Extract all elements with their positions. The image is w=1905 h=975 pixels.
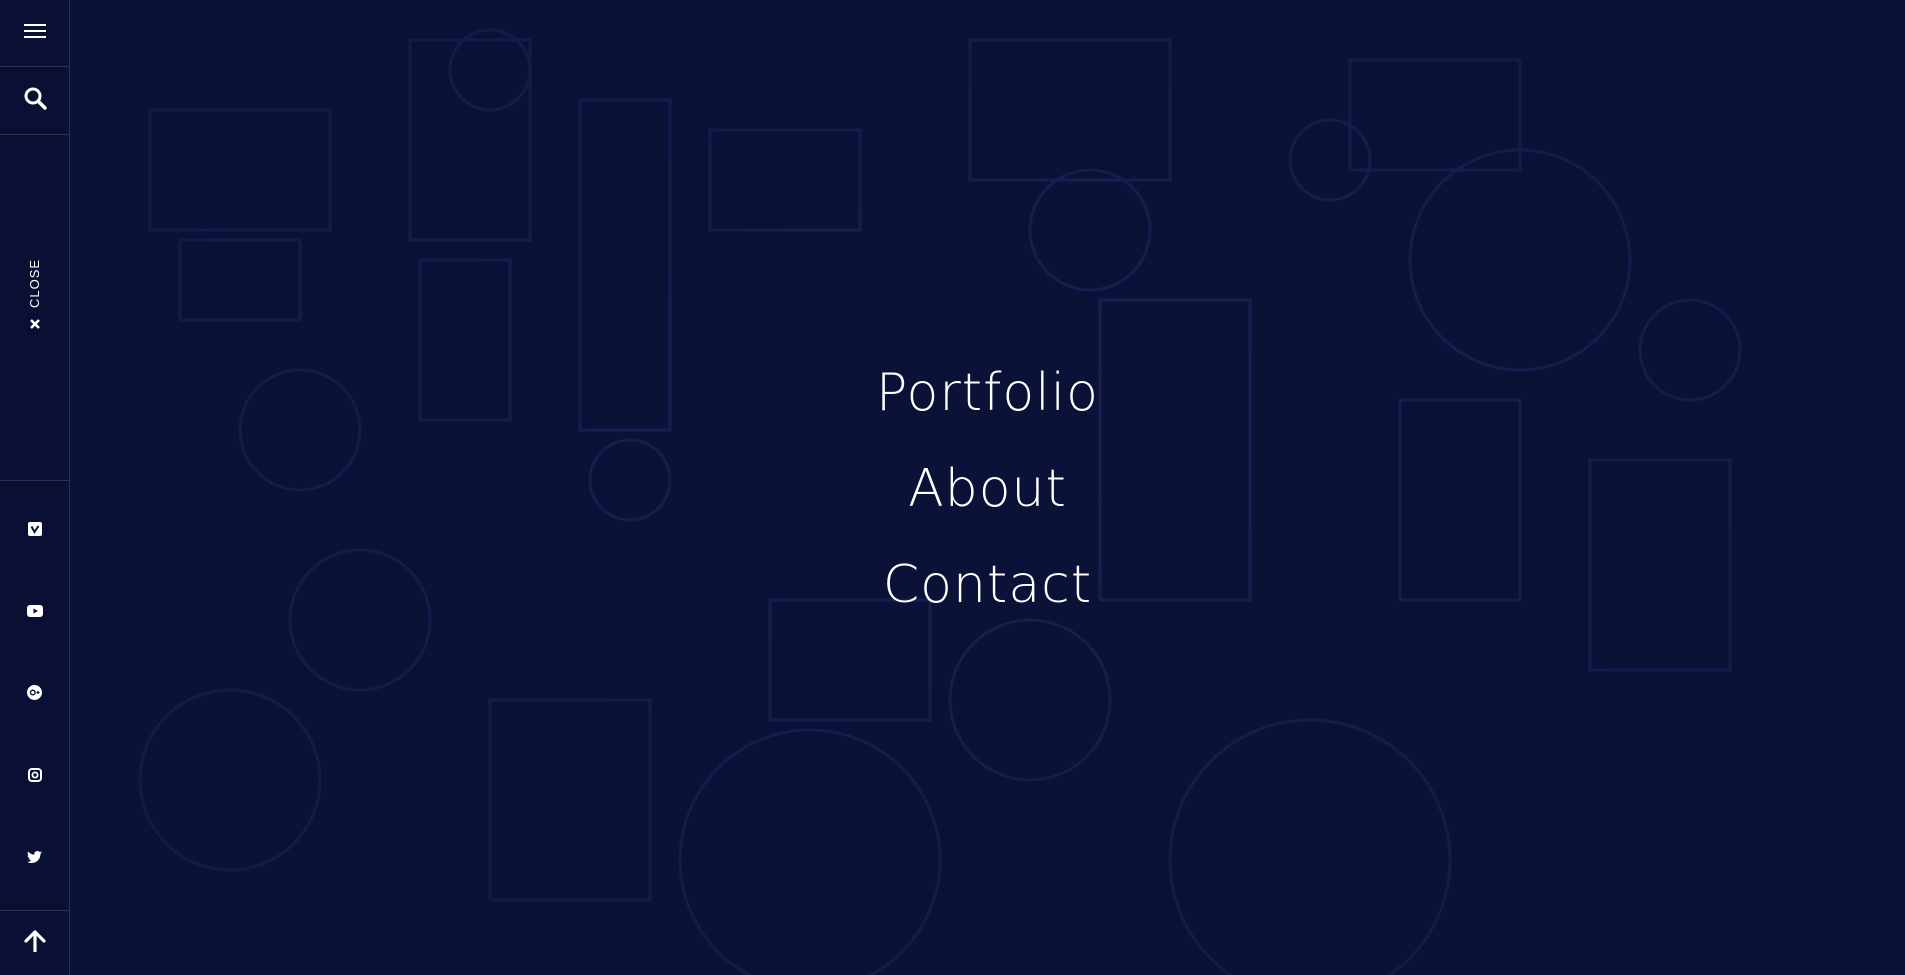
scroll-to-top-button[interactable]	[0, 911, 69, 975]
youtube-icon	[26, 604, 43, 622]
nav-link-contact[interactable]: Contact	[70, 550, 1905, 620]
youtube-link[interactable]	[0, 572, 69, 654]
main-navigation: Portfolio About Contact	[70, 0, 1905, 975]
instagram-icon	[27, 767, 42, 787]
google-plus-icon	[27, 685, 42, 705]
nav-link-about[interactable]: About	[70, 454, 1905, 524]
twitter-icon	[27, 850, 42, 868]
vimeo-link[interactable]	[0, 490, 69, 572]
search-button[interactable]	[0, 67, 69, 134]
menu-button[interactable]	[0, 0, 69, 66]
divider	[0, 480, 69, 481]
arrow-up-icon	[23, 929, 46, 957]
twitter-link[interactable]	[0, 818, 69, 900]
vimeo-icon	[27, 521, 42, 541]
close-menu-button[interactable]: CLOSE	[0, 255, 69, 355]
divider	[0, 134, 69, 135]
hamburger-menu-icon	[23, 23, 46, 44]
nav-link-portfolio[interactable]: Portfolio	[70, 358, 1905, 428]
close-icon	[29, 317, 41, 335]
google-plus-link[interactable]	[0, 654, 69, 736]
sidebar: CLOSE	[0, 0, 70, 975]
search-icon	[23, 86, 47, 115]
close-label: CLOSE	[26, 258, 42, 308]
instagram-link[interactable]	[0, 736, 69, 818]
